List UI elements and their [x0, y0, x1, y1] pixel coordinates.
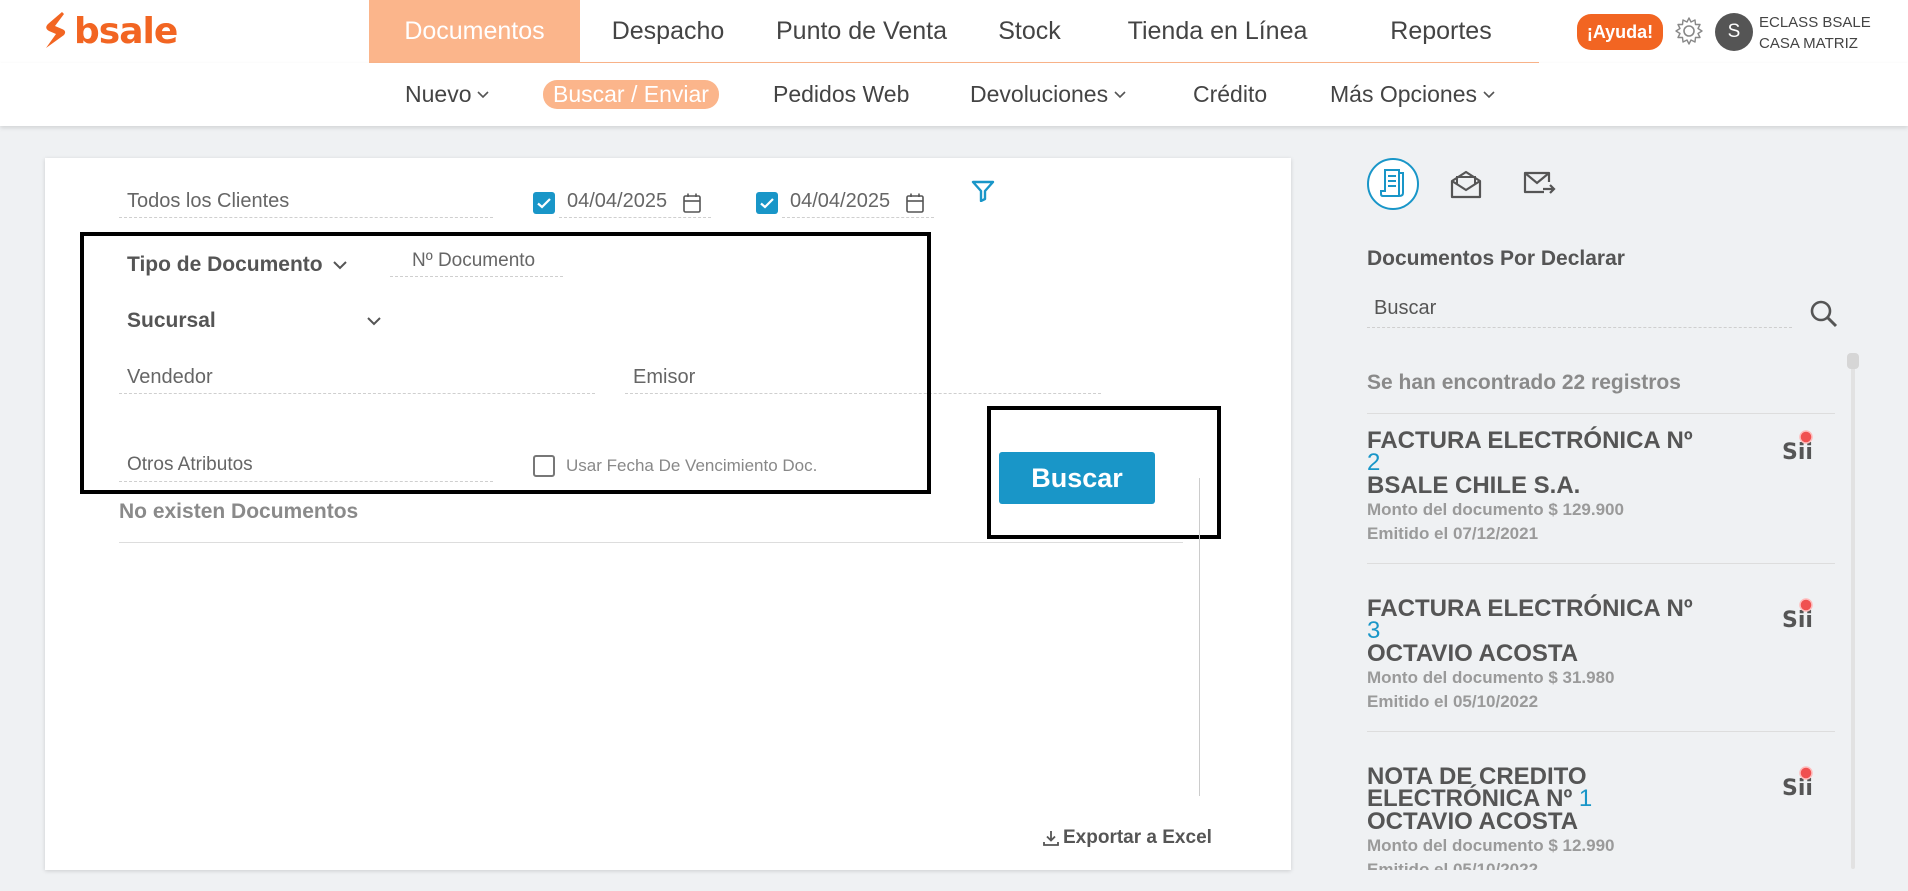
subnav-nuevo-label: Nuevo — [405, 81, 472, 107]
subnav-credito-label: Crédito — [1193, 81, 1268, 107]
filters-highlight-frame — [80, 232, 931, 494]
subnav-mas-opciones-label: Más Opciones — [1330, 81, 1478, 107]
panel-scrollbar-thumb[interactable] — [1847, 353, 1859, 369]
sii-badge-text: Sii — [1782, 440, 1813, 463]
check-icon — [537, 197, 551, 209]
date-to-checkbox[interactable] — [756, 192, 778, 214]
avatar[interactable]: S — [1715, 13, 1753, 51]
document-issued-date: Emitido el 05/10/2022 — [1367, 692, 1539, 711]
document-title: FACTURA ELECTRÓNICA Nº — [1367, 427, 1693, 454]
main-nav: Documentos Despacho Punto de Venta Stock… — [369, 0, 1539, 63]
bsale-logo-icon — [46, 12, 66, 48]
calendar-icon[interactable] — [682, 192, 702, 214]
help-button[interactable]: ¡Ayuda! — [1577, 14, 1663, 50]
nav-reportes[interactable]: Reportes — [1343, 0, 1539, 63]
nav-documentos[interactable]: Documentos — [369, 0, 580, 63]
mail-send-icon[interactable] — [1522, 170, 1556, 198]
user-company: ECLASS BSALE — [1759, 14, 1871, 31]
document-number: 1 — [1578, 785, 1593, 812]
document-number: 3 — [1367, 617, 1381, 644]
document-client: OCTAVIO ACOSTA — [1367, 808, 1579, 835]
document-title: FACTURA ELECTRÓNICA Nº — [1367, 595, 1693, 622]
sii-badge-icon[interactable]: Sii — [1779, 597, 1813, 631]
document-number: 2 — [1367, 449, 1381, 476]
export-excel-link[interactable]: Exportar a Excel — [1042, 827, 1212, 849]
document-client: BSALE CHILE S.A. — [1367, 472, 1581, 499]
user-info[interactable]: ECLASS BSALE CASA MATRIZ — [1759, 12, 1871, 54]
chevron-down-icon — [477, 90, 490, 98]
nav-despacho[interactable]: Despacho — [580, 0, 756, 63]
nav-tienda-en-linea[interactable]: Tienda en Línea — [1092, 0, 1343, 63]
bsale-logo-text: bsale — [74, 10, 178, 52]
user-branch: CASA MATRIZ — [1759, 35, 1858, 52]
list-separator — [1367, 563, 1835, 564]
search-button[interactable]: Buscar — [999, 452, 1155, 504]
list-item[interactable]: FACTURA ELECTRÓNICA Nº 2 BSALE CHILE S.A… — [1367, 427, 1767, 546]
list-separator — [1367, 413, 1835, 414]
subnav-buscar-enviar[interactable]: Buscar / Enviar — [543, 80, 719, 109]
subnav-mas-opciones[interactable]: Más Opciones — [1330, 63, 1495, 126]
subnav-pedidos-web[interactable]: Pedidos Web — [773, 63, 909, 126]
nav-stock[interactable]: Stock — [967, 0, 1092, 63]
date-from-checkbox[interactable] — [533, 192, 555, 214]
empty-results-message: No existen Documentos — [119, 500, 359, 523]
sii-badge-icon[interactable]: Sii — [1779, 765, 1813, 799]
date-to-value: 04/04/2025 — [790, 190, 891, 212]
bsale-logo[interactable]: bsale — [40, 10, 178, 52]
filter-icon[interactable] — [971, 180, 995, 202]
list-separator — [1367, 731, 1835, 732]
subnav-credito[interactable]: Crédito — [1193, 63, 1267, 126]
list-item[interactable]: FACTURA ELECTRÓNICA Nº 3 OCTAVIO ACOSTA … — [1367, 595, 1767, 714]
chevron-down-icon — [1114, 90, 1126, 98]
pending-documents-title: Documentos Por Declarar — [1367, 247, 1625, 270]
chevron-down-icon — [1483, 90, 1495, 98]
records-count: Se han encontrado 22 registros — [1367, 371, 1681, 394]
sii-badge-text: Sii — [1782, 776, 1813, 799]
search-icon[interactable] — [1809, 299, 1839, 329]
document-icon[interactable] — [1366, 157, 1420, 211]
subnav-devoluciones[interactable]: Devoluciones — [970, 63, 1126, 126]
document-amount: Monto del documento $ 12.990 — [1367, 836, 1615, 855]
search-card: Todos los Clientes 04/04/2025 04/04/2025… — [45, 158, 1291, 870]
sii-badge-icon[interactable]: Sii — [1779, 429, 1813, 463]
date-from-value: 04/04/2025 — [567, 190, 668, 212]
list-item[interactable]: NOTA DE CRÉDITO ELECTRÓNICA Nº 1 OCTAVIO… — [1367, 766, 1767, 870]
document-amount: Monto del documento $ 31.980 — [1367, 668, 1615, 687]
top-bar: bsale Documentos Despacho Punto de Venta… — [0, 0, 1908, 64]
open-mail-icon[interactable] — [1449, 168, 1483, 200]
nav-punto-de-venta[interactable]: Punto de Venta — [756, 0, 967, 63]
sii-badge-text: Sii — [1782, 608, 1813, 631]
client-select[interactable]: Todos los Clientes — [119, 188, 493, 218]
document-issued-date: Emitido el 05/10/2022 — [1367, 860, 1539, 870]
panel-scrollbar-track[interactable] — [1851, 357, 1855, 869]
subnav-nuevo[interactable]: Nuevo — [405, 63, 490, 126]
gear-icon[interactable] — [1673, 15, 1705, 47]
results-divider — [119, 542, 1183, 543]
calendar-icon[interactable] — [905, 192, 925, 214]
document-issued-date: Emitido el 07/12/2021 — [1367, 524, 1539, 543]
export-excel-label: Exportar a Excel — [1063, 827, 1212, 848]
download-icon — [1043, 831, 1059, 846]
pending-search-input[interactable]: Buscar — [1367, 297, 1792, 328]
document-amount: Monto del documento $ 129.900 — [1367, 500, 1624, 519]
subnav-devoluciones-label: Devoluciones — [970, 81, 1109, 107]
check-icon — [760, 197, 774, 209]
results-vertical-divider — [1199, 478, 1200, 796]
document-client: OCTAVIO ACOSTA — [1367, 640, 1579, 667]
subnav-pedidos-web-label: Pedidos Web — [773, 81, 910, 107]
sub-nav-bar: Nuevo Buscar / Enviar Pedidos Web Devolu… — [0, 63, 1908, 126]
